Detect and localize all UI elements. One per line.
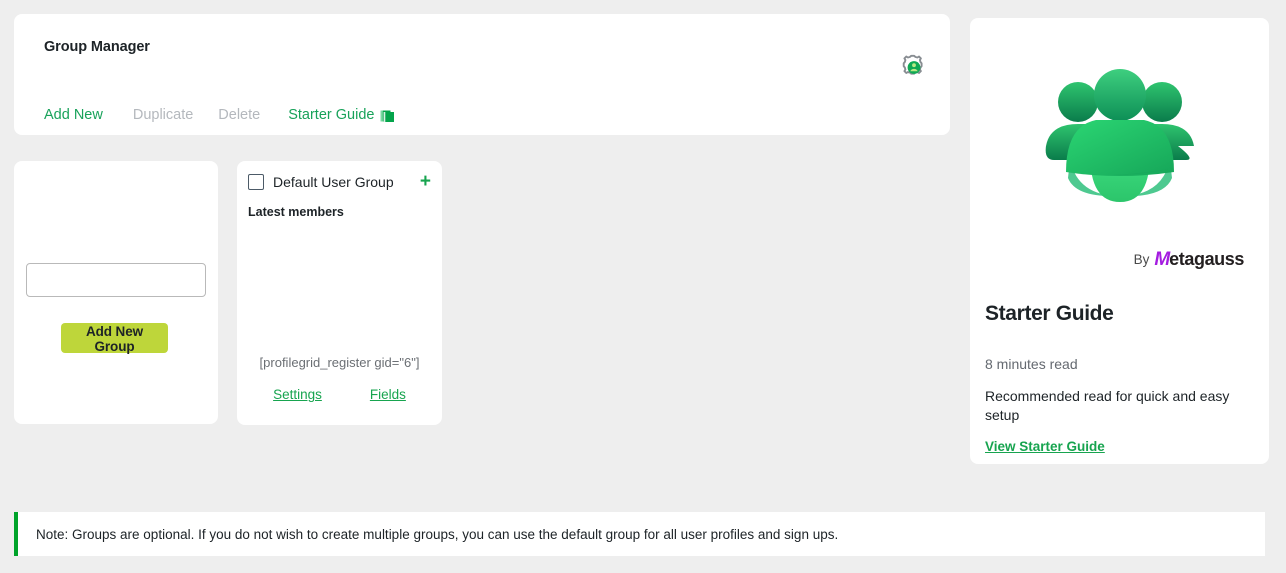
group-card-links: Settings Fields — [237, 387, 442, 402]
group-card-default-user-group: Default User Group + Latest members [pro… — [237, 161, 442, 425]
group-name-label: Default User Group — [273, 174, 394, 190]
delete-button[interactable]: Delete — [218, 107, 260, 123]
gear-user-icon[interactable] — [899, 52, 929, 82]
group-fields-link[interactable]: Fields — [370, 387, 406, 402]
duplicate-button[interactable]: Duplicate — [133, 107, 193, 123]
latest-members-label: Latest members — [248, 205, 344, 219]
view-starter-guide-link[interactable]: View Starter Guide — [985, 439, 1105, 454]
group-select-checkbox[interactable] — [248, 174, 264, 190]
metagauss-m: M — [1154, 249, 1170, 270]
add-new-group-button[interactable]: Add New Group — [61, 323, 168, 354]
starter-guide-sidebar-card: By Metagauss Starter Guide 8 minutes read… — [970, 18, 1269, 464]
green-book-icon — [380, 109, 395, 124]
group-name-input[interactable] — [26, 263, 206, 297]
metagauss-rest: etagauss — [1169, 248, 1244, 269]
by-label: By — [1133, 251, 1150, 267]
add-group-card: Add New Group — [14, 161, 218, 424]
header-card: Group Manager Add New Duplicate Delete S… — [14, 14, 950, 135]
group-card-header: Default User Group + — [248, 171, 431, 193]
group-manager-page: Group Manager Add New Duplicate Delete S… — [0, 0, 1286, 573]
group-settings-link[interactable]: Settings — [273, 387, 322, 402]
add-new-button[interactable]: Add New — [44, 107, 103, 123]
note-banner: Note: Groups are optional. If you do not… — [14, 512, 1265, 556]
by-metagauss-brand: By Metagauss — [970, 248, 1269, 271]
plus-icon[interactable]: + — [420, 172, 431, 191]
page-title: Group Manager — [44, 39, 150, 55]
starter-guide-label[interactable]: Starter Guide — [288, 107, 374, 123]
header-toolbar: Add New Duplicate Delete Starter Guide — [44, 107, 395, 123]
starter-guide-button[interactable]: Starter Guide — [288, 107, 395, 123]
group-shortcode: [profilegrid_register gid="6"] — [259, 355, 420, 370]
profilegrid-people-logo — [970, 58, 1269, 218]
latest-members-list — [248, 225, 431, 347]
sidebar-title: Starter Guide — [985, 302, 1114, 325]
sidebar-description: Recommended read for quick and easy setu… — [985, 388, 1230, 423]
sidebar-read-time: 8 minutes read — [985, 356, 1078, 372]
note-text: Note: Groups are optional. If you do not… — [36, 526, 839, 542]
